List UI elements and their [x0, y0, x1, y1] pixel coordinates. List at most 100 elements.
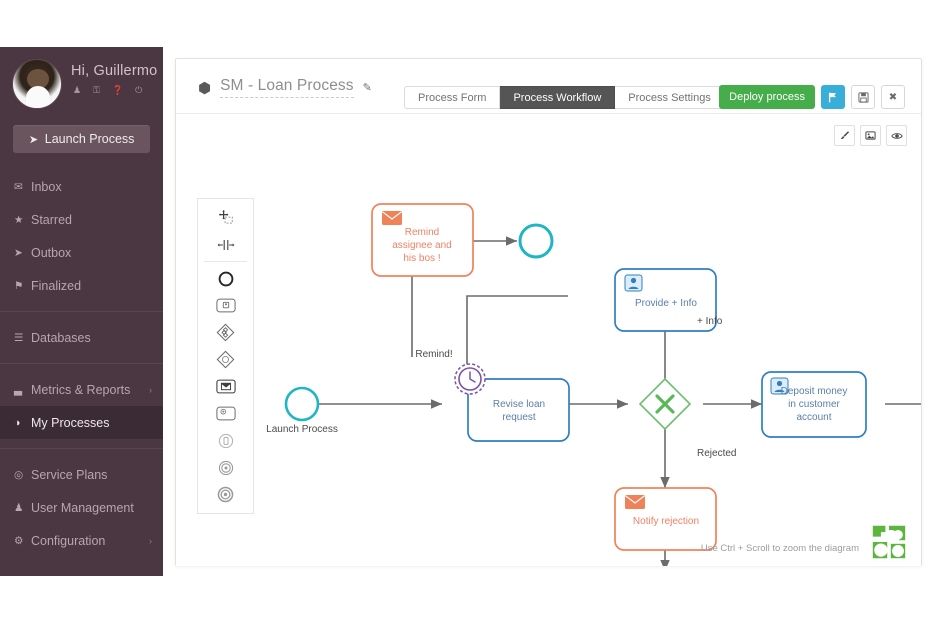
sidebar-item-configuration[interactable]: ⚙ Configuration ›: [0, 524, 163, 557]
rocket-icon: ➤: [28, 133, 38, 146]
brush-icon: [840, 131, 850, 139]
sidebar-item-label: Databases: [31, 330, 91, 345]
space-tool[interactable]: [198, 231, 253, 258]
sidebar-item-outbox[interactable]: ➤ Outbox: [0, 236, 163, 269]
tab-bar: Process Form Process Workflow Process Se…: [404, 86, 725, 109]
user-profile-block[interactable]: Hi, Guillermo ♟ ⚿ ❓ ⏻: [0, 47, 163, 115]
save-button[interactable]: [851, 85, 875, 109]
end-event-remind[interactable]: [518, 223, 554, 259]
sidebar-item-starred[interactable]: ★ Starred: [0, 203, 163, 236]
tab-label: Process Form: [418, 91, 487, 104]
task-label-line-3: his bos !: [403, 253, 440, 264]
data-object-tool[interactable]: [198, 427, 253, 454]
eye-icon: [890, 132, 903, 139]
task-label: Provide + Info: [635, 298, 697, 309]
chevron-right-icon: ›: [149, 384, 152, 395]
gateway-exclusive-tool[interactable]: [198, 346, 253, 373]
sidebar-item-label: User Management: [31, 500, 134, 515]
sidebar-item-databases[interactable]: ☰ Databases: [0, 321, 163, 354]
intermediate-event-tool[interactable]: [198, 454, 253, 481]
end-event-icon: [217, 486, 234, 503]
save-disk-icon: [857, 91, 869, 103]
deploy-process-button[interactable]: Deploy process: [719, 85, 815, 109]
tab-process-form[interactable]: Process Form: [404, 86, 501, 109]
user-task-icon: [624, 274, 643, 292]
avatar[interactable]: [12, 59, 62, 109]
task-revise-loan-request[interactable]: Revise loan request: [467, 378, 570, 442]
tab-label: Process Workflow: [513, 91, 602, 104]
start-event-launch[interactable]: Launch Process: [266, 386, 338, 435]
task-tool[interactable]: [198, 292, 253, 319]
palette-divider: [204, 261, 247, 262]
start-event-label: Launch Process: [266, 424, 338, 435]
task-notify-rejection[interactable]: Notify rejection: [614, 487, 717, 551]
sidebar-item-label: My Processes: [31, 415, 110, 430]
end-event-tool[interactable]: [198, 481, 253, 508]
flag-button[interactable]: [821, 85, 845, 109]
lock-icon[interactable]: ⚿: [93, 86, 100, 95]
sidebar-item-inbox[interactable]: ✉ Inbox: [0, 170, 163, 203]
image-button[interactable]: [860, 125, 881, 146]
sidebar-divider: [0, 448, 163, 449]
gateway-exclusive-icon: [216, 350, 235, 369]
boundary-timer-event[interactable]: Remind!: [415, 349, 486, 395]
brush-button[interactable]: [834, 125, 855, 146]
bpmn-diagram[interactable]: Launch Process Remind assignee and his b…: [176, 114, 921, 566]
space-tool-icon: [217, 239, 234, 250]
process-toolbar: ⬢ SM - Loan Process ✎ Process Form Proce…: [176, 59, 921, 114]
sidebar-divider: [0, 363, 163, 364]
power-icon[interactable]: ⏻: [135, 86, 142, 95]
subprocess-icon: [215, 406, 236, 421]
flow-provide-to-revise: [462, 295, 568, 379]
gateway-parallel-tool[interactable]: [198, 319, 253, 346]
sidebar-item-metrics-reports[interactable]: ▃ Metrics & Reports ›: [0, 373, 163, 406]
launch-process-label: Launch Process: [44, 132, 135, 146]
lasso-tool[interactable]: [198, 204, 253, 231]
sidebar-item-my-processes[interactable]: ◑ My Processes: [0, 406, 163, 439]
gateway-exclusive[interactable]: + Info Rejected: [638, 316, 736, 459]
zoom-hint-text: Use Ctrl + Scroll to zoom the diagram: [700, 543, 859, 554]
greeting-text: Hi, Guillermo: [71, 63, 158, 79]
task-label-line-1: Revise loan: [493, 399, 545, 410]
database-icon: ☰: [14, 331, 24, 344]
task-label-line-1: Remind: [405, 227, 439, 238]
sidebar-item-label: Inbox: [31, 179, 62, 194]
pencil-edit-icon[interactable]: ✎: [363, 81, 372, 94]
intermediate-event-icon: [218, 460, 233, 475]
task-remind-assignee[interactable]: Remind assignee and his bos !: [371, 203, 474, 277]
launch-process-button[interactable]: ➤ Launch Process: [13, 125, 150, 153]
preview-button[interactable]: [886, 125, 907, 146]
sidebar-item-finalized[interactable]: ⚑ Finalized: [0, 269, 163, 302]
sidebar-item-service-plans[interactable]: ◎ Service Plans: [0, 458, 163, 491]
sidebar: Hi, Guillermo ♟ ⚿ ❓ ⏻ ➤ Launch Process ✉…: [0, 47, 163, 576]
sidebar-divider: [0, 311, 163, 312]
users-icon: ♟: [14, 501, 24, 514]
task-deposit-money[interactable]: Deposit money in customer account: [761, 371, 867, 438]
close-button[interactable]: ✖: [881, 85, 905, 109]
data-object-icon: [218, 433, 233, 448]
lasso-tool-icon: [218, 209, 233, 224]
page-title[interactable]: SM - Loan Process: [220, 77, 354, 98]
sidebar-nav: ✉ Inbox ★ Starred ➤ Outbox ⚑ Finalized ☰…: [0, 170, 163, 557]
inbox-icon: ✉: [14, 180, 23, 193]
target-icon: ◎: [14, 468, 24, 481]
star-icon: ★: [14, 213, 24, 226]
tab-process-workflow[interactable]: Process Workflow: [500, 86, 616, 109]
message-task-tool[interactable]: [198, 373, 253, 400]
diagram-canvas[interactable]: Launch Process Remind assignee and his b…: [176, 114, 921, 566]
task-label-line-2: assignee and: [392, 240, 452, 251]
start-event-tool[interactable]: [198, 265, 253, 292]
subprocess-tool[interactable]: [198, 400, 253, 427]
trophy-icon: ⚑: [14, 279, 24, 292]
task-label-line-3: account: [796, 412, 831, 423]
main-panel: ⬢ SM - Loan Process ✎ Process Form Proce…: [175, 58, 922, 566]
sidebar-item-user-management[interactable]: ♟ User Management: [0, 491, 163, 524]
deploy-label: Deploy process: [729, 91, 805, 103]
help-icon[interactable]: ❓: [112, 86, 123, 95]
flow-label-rejected: Rejected: [697, 448, 736, 459]
close-icon: ✖: [888, 91, 898, 103]
tab-process-settings[interactable]: Process Settings: [615, 86, 725, 109]
task-icon: [215, 298, 236, 313]
view-tools: [834, 125, 907, 146]
user-icon[interactable]: ♟: [73, 86, 81, 95]
